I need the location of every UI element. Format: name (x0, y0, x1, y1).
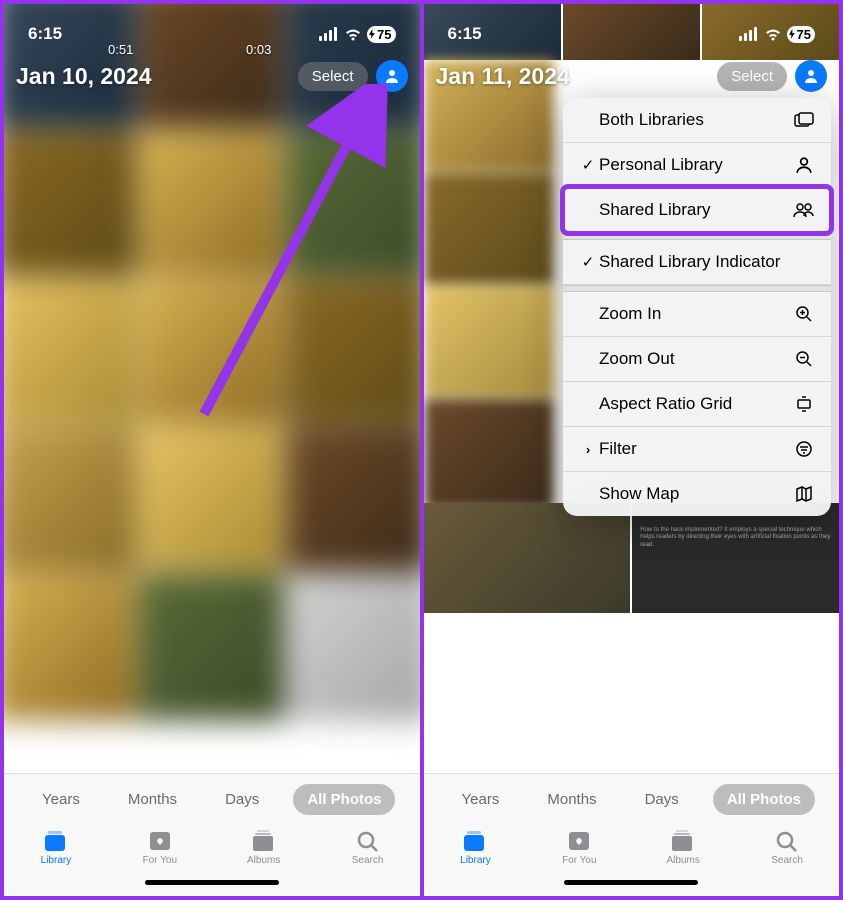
menu-aspect-ratio-grid[interactable]: Aspect Ratio Grid (563, 382, 831, 427)
tab-search[interactable]: Search (747, 829, 827, 866)
checkmark-icon: ✓ (577, 253, 599, 271)
albums-icon (250, 829, 278, 853)
zoom-in-icon (793, 305, 815, 323)
bottom-panel: Years Months Days All Photos Library For… (424, 773, 840, 896)
photo-grid-area: 6:15 75 Jan 11, 2024 Select (424, 4, 840, 773)
select-button[interactable]: Select (298, 62, 368, 91)
cellular-icon (319, 27, 339, 41)
menu-zoom-in[interactable]: Zoom In (563, 292, 831, 337)
segment-all-photos[interactable]: All Photos (713, 784, 815, 815)
tab-library[interactable]: Library (16, 829, 96, 866)
segment-all-photos[interactable]: All Photos (293, 784, 395, 815)
status-indicators: 75 (739, 26, 815, 43)
status-time: 6:15 (448, 24, 482, 44)
view-segments: Years Months Days All Photos (424, 774, 840, 823)
select-button[interactable]: Select (717, 62, 787, 91)
person-icon (384, 68, 400, 84)
photo-thumbnail[interactable] (424, 503, 631, 613)
battery-indicator: 75 (787, 26, 815, 43)
library-switcher-button[interactable] (376, 60, 408, 92)
person-group-icon (803, 68, 819, 84)
search-icon (354, 829, 382, 853)
date-title: Jan 11, 2024 (436, 63, 570, 90)
menu-show-map[interactable]: Show Map (563, 472, 831, 516)
phone-left: 6:15 75 0:51 0:03 Jan 10, 2024 Select (4, 4, 420, 896)
both-libraries-icon (793, 112, 815, 128)
menu-zoom-out[interactable]: Zoom Out (563, 337, 831, 382)
tab-bar: Library For You Albums Search (424, 823, 840, 868)
segment-years[interactable]: Years (448, 784, 514, 815)
photo-thumbnail[interactable]: can help people read books almost twice … (632, 503, 839, 613)
tab-for-you[interactable]: For You (120, 829, 200, 866)
segment-days[interactable]: Days (211, 784, 273, 815)
albums-icon (669, 829, 697, 853)
for-you-icon (565, 829, 593, 853)
photo-grid-blurred (4, 4, 420, 773)
tab-for-you[interactable]: For You (539, 829, 619, 866)
header: Jan 10, 2024 Select (4, 60, 420, 92)
tab-search[interactable]: Search (328, 829, 408, 866)
photo-grid-area: 6:15 75 0:51 0:03 Jan 10, 2024 Select (4, 4, 420, 773)
filter-icon (793, 440, 815, 458)
wifi-icon (763, 27, 783, 41)
library-switcher-menu: Both Libraries ✓ Personal Library Shared… (563, 98, 831, 516)
tab-albums[interactable]: Albums (224, 829, 304, 866)
tab-bar: Library For You Albums Search (4, 823, 420, 868)
status-bar: 6:15 75 (424, 4, 840, 56)
segment-days[interactable]: Days (631, 784, 693, 815)
aspect-ratio-icon (793, 395, 815, 413)
segment-months[interactable]: Months (114, 784, 191, 815)
phone-right: 6:15 75 Jan 11, 2024 Select (424, 4, 840, 896)
status-time: 6:15 (28, 24, 62, 44)
library-icon (42, 829, 70, 853)
checkmark-icon: ✓ (577, 156, 599, 174)
bottom-panel: Years Months Days All Photos Library For… (4, 773, 420, 896)
menu-both-libraries[interactable]: Both Libraries (563, 98, 831, 143)
menu-filter[interactable]: › Filter (563, 427, 831, 472)
menu-shared-library[interactable]: Shared Library (563, 188, 831, 233)
date-title: Jan 10, 2024 (16, 63, 152, 90)
person-icon (793, 156, 815, 174)
segment-years[interactable]: Years (28, 784, 94, 815)
battery-indicator: 75 (367, 26, 395, 43)
library-switcher-button[interactable] (795, 60, 827, 92)
header: Jan 11, 2024 Select (424, 60, 840, 92)
view-segments: Years Months Days All Photos (4, 774, 420, 823)
tab-albums[interactable]: Albums (643, 829, 723, 866)
menu-shared-library-indicator[interactable]: ✓ Shared Library Indicator (563, 240, 831, 285)
search-icon (773, 829, 801, 853)
wifi-icon (343, 27, 363, 41)
home-indicator[interactable] (4, 868, 420, 896)
status-bar: 6:15 75 (4, 4, 420, 56)
photo-column-left (424, 60, 554, 510)
people-icon (793, 202, 815, 218)
menu-personal-library[interactable]: ✓ Personal Library (563, 143, 831, 188)
chevron-right-icon: › (577, 442, 599, 457)
segment-months[interactable]: Months (533, 784, 610, 815)
status-indicators: 75 (319, 26, 395, 43)
zoom-out-icon (793, 350, 815, 368)
home-indicator[interactable] (424, 868, 840, 896)
photo-row-bottom: can help people read books almost twice … (424, 503, 840, 613)
for-you-icon (146, 829, 174, 853)
map-icon (793, 485, 815, 503)
library-icon (461, 829, 489, 853)
cellular-icon (739, 27, 759, 41)
tab-library[interactable]: Library (435, 829, 515, 866)
